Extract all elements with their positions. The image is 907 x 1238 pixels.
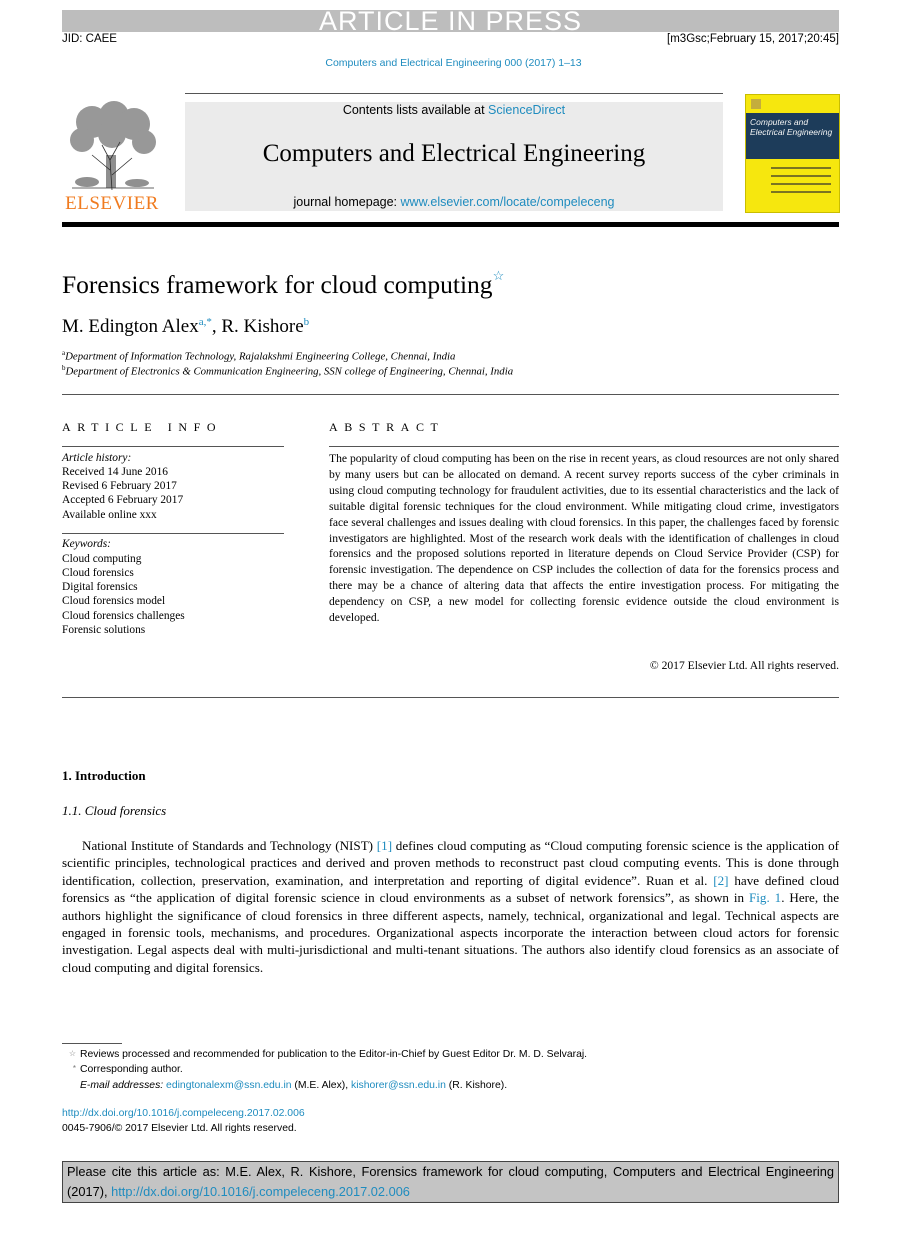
- keyword: Digital forensics: [62, 581, 138, 593]
- doi-link[interactable]: http://dx.doi.org/10.1016/j.compeleceng.…: [62, 1108, 305, 1119]
- author-name[interactable]: R. Kishore: [221, 316, 303, 337]
- footnote-text: Reviews processed and recommended for pu…: [80, 1049, 588, 1060]
- subsection-heading: 1.1. Cloud forensics: [62, 803, 167, 818]
- affiliation-text: Department of Electronics & Communicatio…: [65, 365, 514, 378]
- doi-line: http://dx.doi.org/10.1016/j.compeleceng.…: [62, 1108, 305, 1119]
- author-affiliation-marks[interactable]: a,*: [199, 316, 212, 328]
- journal-homepage-link[interactable]: www.elsevier.com/locate/compeleceng: [401, 195, 615, 209]
- cover-text-line: [771, 183, 831, 185]
- cover-text-line: [771, 175, 831, 177]
- homepage-line: journal homepage: www.elsevier.com/locat…: [185, 195, 723, 209]
- paragraph-text: National Institute of Standards and Tech…: [82, 838, 377, 853]
- article-title-text: Forensics framework for cloud computing: [62, 270, 493, 299]
- email-link[interactable]: kishorer@ssn.edu.in: [351, 1080, 446, 1091]
- body-paragraph: National Institute of Standards and Tech…: [62, 837, 839, 976]
- journal-cover-image: Computers and Electrical Engineering: [745, 94, 840, 213]
- keyword: Cloud forensics challenges: [62, 610, 185, 622]
- divider: [62, 394, 839, 395]
- contents-prefix: Contents lists available at: [342, 103, 489, 117]
- journal-title: Computers and Electrical Engineering: [262, 140, 646, 167]
- divider: [62, 446, 284, 447]
- cover-text-line: [771, 191, 831, 193]
- history-item: Revised 6 February 2017: [62, 480, 177, 492]
- citation-link[interactable]: [2]: [713, 873, 728, 888]
- cover-emblem-icon: [751, 99, 761, 109]
- email-footnote: E-mail addresses: edingtonalexm@ssn.edu.…: [80, 1080, 507, 1091]
- issn-copyright: 0045-7906/© 2017 Elsevier Ltd. All right…: [62, 1123, 297, 1134]
- cover-title-line-2: Electrical Engineering: [750, 127, 833, 137]
- email-owner: (R. Kishore).: [445, 1080, 508, 1091]
- footnote: * Corresponding author.: [62, 1064, 183, 1075]
- footnote-rule: [62, 1043, 122, 1044]
- masthead-top-rule: [185, 93, 723, 94]
- divider: [329, 446, 839, 447]
- divider: [62, 533, 284, 534]
- email-label: E-mail addresses:: [80, 1080, 167, 1091]
- build-stamp: [m3Gsc;February 15, 2017;20:45]: [667, 33, 839, 45]
- article-in-press-banner: ARTICLE IN PRESS: [62, 6, 839, 36]
- masthead-bottom-rule: [62, 222, 839, 227]
- history-item: Received 14 June 2016: [62, 466, 168, 478]
- keyword: Cloud forensics: [62, 567, 134, 579]
- cover-title: Computers and Electrical Engineering: [750, 117, 832, 137]
- contents-line: Contents lists available at ScienceDirec…: [185, 103, 723, 117]
- cite-this-article-box: Please cite this article as: M.E. Alex, …: [62, 1161, 839, 1203]
- footnote-asterisk-icon: *: [72, 1064, 76, 1073]
- abstract-copyright: © 2017 Elsevier Ltd. All rights reserved…: [649, 659, 839, 672]
- title-footnote-star-icon[interactable]: ☆: [493, 268, 505, 283]
- history-label: Article history:: [62, 452, 132, 464]
- sciencedirect-link[interactable]: ScienceDirect: [488, 103, 565, 117]
- author-name[interactable]: M. Edington Alex: [62, 316, 199, 337]
- abstract-heading: ABSTRACT: [329, 420, 445, 434]
- footnote-star-icon: ☆: [68, 1049, 76, 1058]
- author-separator: ,: [211, 316, 222, 337]
- author-list: M. Edington Alexa,*, R. Kishoreb: [62, 316, 309, 338]
- author-affiliation-marks[interactable]: b: [304, 316, 310, 328]
- cover-title-line-1: Computers and: [750, 117, 809, 127]
- keywords-label: Keywords:: [62, 538, 111, 550]
- history-item: Accepted 6 February 2017: [62, 494, 184, 506]
- article-title: Forensics framework for cloud computing☆: [62, 268, 505, 300]
- email-link[interactable]: edingtonalexm@ssn.edu.in: [166, 1080, 292, 1091]
- affiliation: aDepartment of Information Technology, R…: [62, 349, 455, 363]
- email-owner: (M.E. Alex),: [291, 1080, 352, 1091]
- history-item: Available online xxx: [62, 509, 157, 521]
- keyword: Cloud computing: [62, 553, 142, 565]
- figure-link[interactable]: Fig. 1: [749, 890, 781, 905]
- elsevier-wordmark: ELSEVIER: [65, 193, 159, 214]
- affiliation: bDepartment of Electronics & Communicati…: [62, 364, 513, 378]
- footnote: ☆ Reviews processed and recommended for p…: [62, 1049, 587, 1060]
- divider: [62, 697, 839, 698]
- affiliation-text: Department of Information Technology, Ra…: [65, 350, 456, 363]
- abstract-text: The popularity of cloud computing has be…: [329, 452, 839, 625]
- citation-link[interactable]: [1]: [377, 838, 392, 853]
- journal-reference-link[interactable]: Computers and Electrical Engineering 000…: [0, 57, 907, 69]
- homepage-prefix: journal homepage:: [293, 195, 401, 209]
- cite-doi-link[interactable]: http://dx.doi.org/10.1016/j.compeleceng.…: [111, 1184, 410, 1199]
- section-heading: 1. Introduction: [62, 768, 146, 783]
- cover-text-line: [771, 167, 831, 169]
- keyword: Forensic solutions: [62, 624, 146, 636]
- banner-text: ARTICLE IN PRESS: [318, 6, 583, 36]
- footnote-text: Corresponding author.: [80, 1064, 183, 1075]
- keyword: Cloud forensics model: [62, 595, 166, 607]
- journal-id: JID: CAEE: [62, 33, 117, 45]
- article-info-heading: ARTICLE INFO: [62, 420, 223, 434]
